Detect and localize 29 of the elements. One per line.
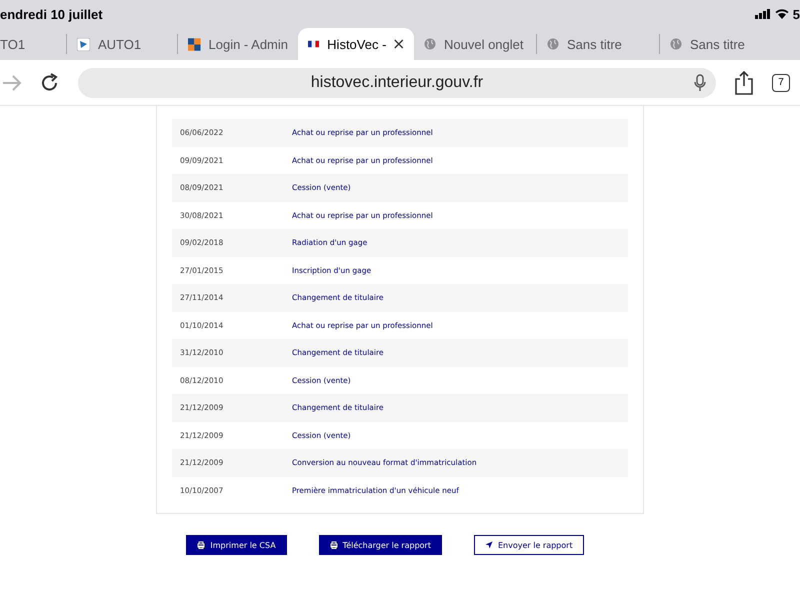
battery-percent: 5 bbox=[792, 6, 800, 22]
signal-icon bbox=[754, 9, 771, 19]
browser-tab[interactable]: TO1 bbox=[0, 34, 66, 54]
share-icon[interactable] bbox=[734, 70, 754, 94]
browser-tab[interactable]: Sans titre bbox=[659, 34, 782, 54]
browser-tab[interactable]: AUTO1 bbox=[66, 34, 177, 54]
print-button[interactable]: Imprimer le CSA bbox=[186, 535, 287, 555]
tab-count-button[interactable]: 7 bbox=[772, 74, 790, 92]
globe-icon bbox=[670, 38, 682, 50]
wifi-icon bbox=[774, 9, 789, 19]
app-icon bbox=[77, 38, 90, 50]
send-icon bbox=[484, 541, 493, 549]
globe-icon bbox=[424, 38, 436, 50]
browser-tab[interactable]: Sans titre bbox=[536, 34, 659, 54]
close-icon[interactable] bbox=[394, 38, 404, 50]
reload-icon[interactable] bbox=[40, 72, 60, 92]
print-button[interactable]: Télécharger le rapport bbox=[318, 535, 442, 555]
squares-icon bbox=[188, 38, 200, 50]
browser-tab[interactable]: HistoVec - bbox=[298, 28, 414, 60]
microphone-icon[interactable] bbox=[694, 74, 706, 92]
status-date: endredi 10 juillet bbox=[0, 6, 103, 22]
browser-tab[interactable]: Login - Admin bbox=[177, 34, 298, 54]
printer-icon bbox=[197, 541, 206, 549]
send-report-button[interactable]: Envoyer le rapport bbox=[474, 535, 584, 555]
flag-icon bbox=[308, 40, 320, 48]
globe-icon bbox=[547, 38, 559, 50]
browser-tab[interactable]: Nouvel onglet bbox=[414, 34, 536, 54]
printer-icon bbox=[330, 541, 338, 549]
address-field[interactable]: histovec.interieur.gouv.fr bbox=[78, 68, 716, 98]
